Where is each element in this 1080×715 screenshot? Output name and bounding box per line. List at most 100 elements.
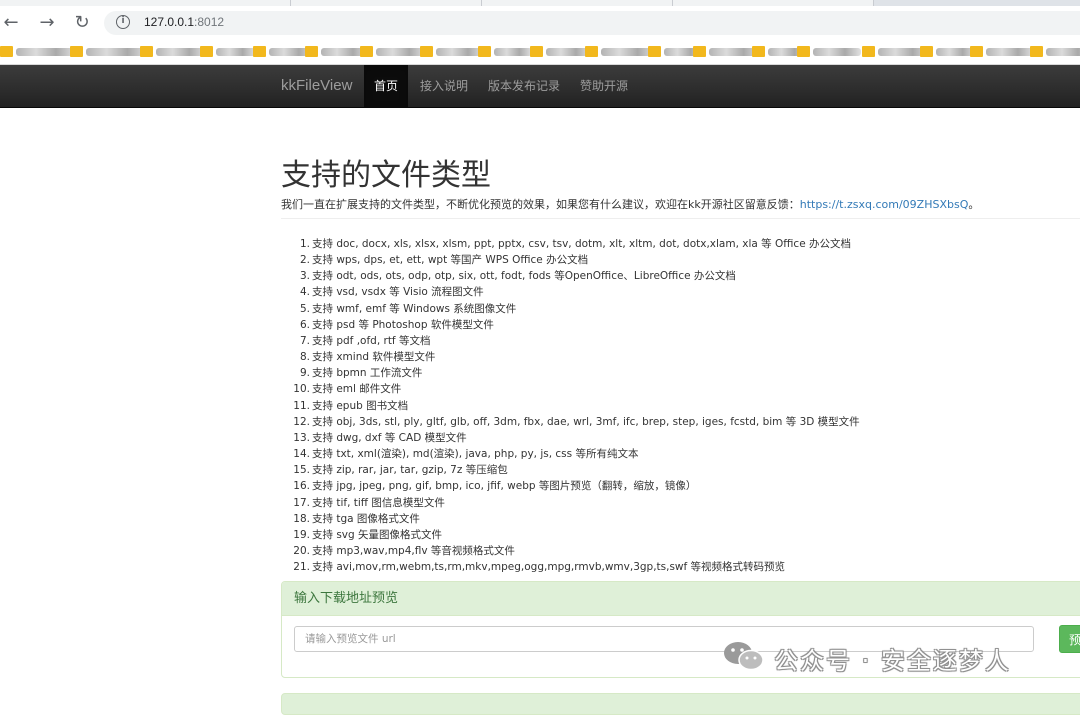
nav-release-notes[interactable]: 版本发布记录 bbox=[480, 65, 568, 107]
nav-sponsor[interactable]: 赞助开源 bbox=[571, 65, 637, 107]
url-port: :8012 bbox=[194, 15, 225, 29]
bookmark-folder-icon bbox=[797, 46, 810, 57]
bookmark-folder-icon bbox=[970, 46, 983, 57]
list-item: 7. 支持 pdf ,ofd, rtf 等文档 bbox=[300, 333, 860, 349]
brand-logo-text[interactable]: kkFileView bbox=[281, 65, 352, 107]
bookmark-label-blurred bbox=[494, 48, 532, 56]
bookmark-folder-icon bbox=[1030, 46, 1043, 57]
bookmark-label-blurred bbox=[436, 48, 484, 56]
bookmark-item[interactable] bbox=[920, 45, 976, 59]
panel-heading: 输入下载地址预览 bbox=[282, 582, 1080, 616]
list-item-text: 支持 zip, rar, jar, tar, gzip, 7z 等压缩包 bbox=[312, 464, 508, 477]
bookmark-item[interactable] bbox=[360, 45, 426, 59]
list-item-text: 支持 wps, dps, et, ett, wpt 等国产 WPS Office… bbox=[312, 254, 589, 267]
site-info-icon[interactable]: i bbox=[116, 15, 130, 29]
list-item: 6. 支持 psd 等 Photoshop 软件模型文件 bbox=[300, 317, 860, 333]
list-number: 4. bbox=[299, 286, 310, 299]
bookmark-folder-icon bbox=[305, 46, 318, 57]
list-item: 5. 支持 wmf, emf 等 Windows 系统图像文件 bbox=[300, 301, 860, 317]
bookmark-item[interactable] bbox=[797, 45, 861, 59]
list-item: 20. 支持 mp3,wav,mp4,flv 等音视频格式文件 bbox=[293, 543, 860, 559]
list-item: 21. 支持 avi,mov,rm,webm,ts,rm,mkv,mpeg,ogg… bbox=[293, 559, 860, 575]
list-number: 20. bbox=[293, 544, 310, 557]
list-item-text: 支持 obj, 3ds, stl, ply, gltf, glb, off, 3… bbox=[312, 415, 860, 428]
list-number: 13. bbox=[293, 431, 310, 444]
bookmark-folder-icon bbox=[420, 46, 433, 57]
subtitle-text: 我们一直在扩展支持的文件类型，不断优化预览的效果，如果您有什么建议，欢迎在kk开… bbox=[281, 198, 800, 211]
bookmark-folder-icon bbox=[920, 46, 933, 57]
bookmark-folder-icon bbox=[140, 46, 153, 57]
list-item-text: 支持 avi,mov,rm,webm,ts,rm,mkv,mpeg,ogg,mp… bbox=[312, 561, 786, 574]
supported-types-list: 1. 支持 doc, docx, xls, xlsx, xlsm, ppt, pp… bbox=[293, 236, 860, 575]
list-item: 16. 支持 jpg, jpeg, png, gif, bmp, ico, jfi… bbox=[293, 478, 860, 494]
preview-button[interactable]: 预览 bbox=[1059, 625, 1080, 653]
list-number: 6. bbox=[299, 318, 310, 331]
list-item: 1. 支持 doc, docx, xls, xlsx, xlsm, ppt, pp… bbox=[300, 236, 860, 252]
list-item-text: 支持 mp3,wav,mp4,flv 等音视频格式文件 bbox=[312, 544, 515, 557]
list-item: 8. 支持 xmind 软件模型文件 bbox=[300, 349, 860, 365]
bookmark-item[interactable] bbox=[693, 45, 761, 59]
list-number: 18. bbox=[293, 512, 310, 525]
list-item-text: 支持 svg 矢量图像格式文件 bbox=[312, 528, 443, 541]
list-item: 10. 支持 eml 邮件文件 bbox=[293, 381, 860, 397]
back-icon[interactable]: ← bbox=[0, 12, 22, 34]
next-panel bbox=[281, 693, 1080, 715]
list-number: 21. bbox=[293, 561, 310, 574]
bookmark-item[interactable] bbox=[140, 45, 206, 59]
subtitle-end: 。 bbox=[968, 198, 980, 211]
bookmark-label-blurred bbox=[16, 48, 76, 56]
page-title: 支持的文件类型 bbox=[281, 158, 491, 193]
list-item: 17. 支持 tif, tiff 图信息模型文件 bbox=[293, 495, 860, 511]
bookmark-item[interactable] bbox=[970, 45, 1034, 59]
bookmark-label-blurred bbox=[156, 48, 206, 56]
list-item-text: 支持 epub 图书文档 bbox=[312, 399, 409, 412]
bookmark-label-blurred bbox=[813, 48, 861, 56]
bookmark-item[interactable] bbox=[420, 45, 484, 59]
bookmarks-bar bbox=[0, 40, 1080, 64]
bookmark-item[interactable] bbox=[478, 45, 532, 59]
list-item-text: 支持 xmind 软件模型文件 bbox=[312, 351, 436, 364]
list-item: 9. 支持 bpmn 工作流文件 bbox=[300, 365, 860, 381]
community-link[interactable]: https://t.zsxq.com/09ZHSXbsQ bbox=[800, 198, 969, 211]
page-subtitle: 我们一直在扩展支持的文件类型，不断优化预览的效果，如果您有什么建议，欢迎在kk开… bbox=[281, 196, 979, 212]
browser-toolbar: ← → ↻ i 127.0.0.1:8012 bbox=[0, 6, 1080, 40]
list-item-text: 支持 psd 等 Photoshop 软件模型文件 bbox=[312, 318, 494, 331]
top-navbar: kkFileView 首页 接入说明 版本发布记录 赞助开源 bbox=[0, 65, 1080, 108]
list-item-text: 支持 doc, docx, xls, xlsx, xlsm, ppt, pptx… bbox=[312, 238, 851, 250]
bookmark-label-blurred bbox=[1046, 48, 1080, 56]
bookmark-folder-icon bbox=[0, 46, 13, 57]
bookmark-item[interactable] bbox=[1030, 45, 1080, 59]
address-url[interactable]: 127.0.0.1:8012 bbox=[144, 15, 224, 29]
list-number: 9. bbox=[299, 367, 310, 380]
list-number: 16. bbox=[293, 480, 310, 493]
list-item: 4. 支持 vsd, vsdx 等 Visio 流程图文件 bbox=[300, 284, 860, 300]
bookmark-label-blurred bbox=[216, 48, 256, 56]
list-number: 1. bbox=[299, 238, 310, 250]
list-item: 3. 支持 odt, ods, ots, odp, otp, six, ott, … bbox=[300, 268, 860, 284]
forward-icon[interactable]: → bbox=[36, 12, 58, 34]
nav-integration-guide[interactable]: 接入说明 bbox=[411, 65, 477, 107]
bookmark-folder-icon bbox=[360, 46, 373, 57]
bookmark-folder-icon bbox=[648, 46, 661, 57]
bookmark-folder-icon bbox=[862, 46, 875, 57]
bookmark-label-blurred bbox=[376, 48, 426, 56]
bookmark-item[interactable] bbox=[530, 45, 591, 59]
list-item-text: 支持 pdf ,ofd, rtf 等文档 bbox=[312, 334, 431, 347]
bookmark-item[interactable] bbox=[585, 45, 656, 59]
section-divider bbox=[281, 218, 1080, 219]
list-number: 10. bbox=[293, 383, 310, 396]
bookmark-item[interactable] bbox=[0, 45, 76, 59]
address-bar[interactable]: i 127.0.0.1:8012 bbox=[104, 11, 1080, 35]
list-number: 8. bbox=[299, 351, 310, 364]
reload-icon[interactable]: ↻ bbox=[71, 12, 93, 34]
list-number: 5. bbox=[299, 302, 310, 315]
list-item: 18. 支持 tga 图像格式文件 bbox=[293, 511, 860, 527]
list-number: 17. bbox=[293, 496, 310, 509]
bookmark-item[interactable] bbox=[200, 45, 256, 59]
nav-home[interactable]: 首页 bbox=[364, 65, 408, 107]
list-item: 2. 支持 wps, dps, et, ett, wpt 等国产 WPS Offi… bbox=[300, 252, 860, 268]
list-item: 11. 支持 epub 图书文档 bbox=[293, 398, 860, 414]
list-number: 11. bbox=[293, 399, 310, 412]
list-item-text: 支持 jpg, jpeg, png, gif, bmp, ico, jfif, … bbox=[312, 480, 697, 493]
bookmark-item[interactable] bbox=[70, 45, 148, 59]
